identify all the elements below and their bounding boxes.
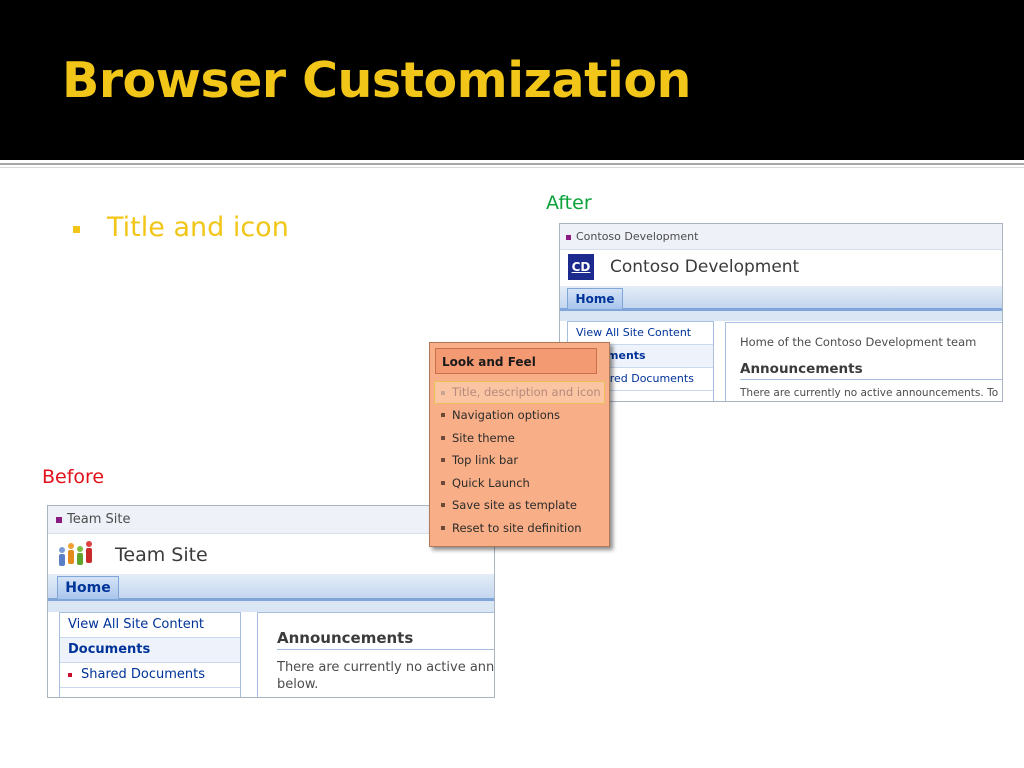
bullet-icon: [441, 413, 445, 417]
menu-item-top-link-bar[interactable]: Top link bar: [430, 449, 609, 472]
menu-item-label: Save site as template: [452, 498, 577, 513]
after-site-header: CD Contoso Development: [560, 250, 1002, 286]
after-breadcrumb-link[interactable]: Contoso Development: [576, 230, 698, 243]
before-breadcrumb: Team Site: [48, 506, 494, 534]
menu-item-label: Reset to site definition: [452, 520, 582, 535]
breadcrumb-square-icon: [56, 516, 62, 523]
announcements-title[interactable]: Announcements: [740, 361, 1002, 380]
breadcrumb-square-icon: [566, 234, 571, 240]
bullet-icon: [441, 435, 445, 440]
after-breadcrumb: Contoso Development: [560, 224, 1002, 250]
after-top-link-bar: Home: [560, 286, 1002, 311]
team-people-icon[interactable]: [56, 538, 96, 568]
before-screenshot: Team Site Team Site Home View All Site C…: [47, 505, 495, 698]
announcements-text: There are currently no active ann below.: [277, 660, 495, 692]
announcements-text: There are currently no active announceme…: [740, 387, 999, 399]
after-site-title[interactable]: Contoso Development: [610, 257, 799, 277]
menu-item-label: Quick Launch: [452, 475, 530, 490]
bullet-icon: [441, 503, 445, 508]
documents-heading-link[interactable]: Documents: [60, 638, 240, 663]
after-home-tab[interactable]: Home: [567, 288, 623, 309]
after-screenshot: Contoso Development CD Contoso Developme…: [559, 223, 1003, 402]
before-site-title[interactable]: Team Site: [115, 544, 208, 566]
menu-item-label: Navigation options: [452, 408, 561, 422]
menu-item-navigation-options[interactable]: Navigation options: [430, 404, 609, 427]
header-divider: [0, 163, 1024, 165]
slide-header: Browser Customization: [0, 0, 1024, 160]
site-logo-icon[interactable]: CD: [568, 254, 594, 280]
before-label: Before: [42, 466, 105, 488]
menu-item-label: Title, description and icon: [452, 385, 601, 399]
before-site-header: Team Site: [48, 534, 494, 574]
after-label: After: [546, 192, 592, 214]
bullet-marker: [73, 226, 80, 233]
view-all-site-content-link[interactable]: View All Site Content: [60, 613, 240, 638]
bullet-icon: [441, 458, 445, 463]
menu-item-reset-to-site-definition[interactable]: Reset to site definition: [430, 517, 609, 540]
shared-documents-link[interactable]: Shared Documents: [60, 663, 240, 688]
slide-title: Browser Customization: [62, 52, 691, 109]
before-top-link-bar: Home: [48, 574, 494, 601]
look-and-feel-menu: Look and Feel Title, description and ico…: [429, 342, 610, 547]
menu-item-site-theme[interactable]: Site theme: [430, 427, 609, 450]
bullet-icon: [68, 672, 72, 677]
bullet-icon: [441, 480, 445, 485]
header-divider-thin: [0, 167, 1024, 168]
before-main-content: Announcements There are currently no act…: [257, 612, 495, 697]
announcements-title[interactable]: Announcements: [277, 629, 494, 650]
shared-documents-label: Shared Documents: [81, 667, 206, 682]
before-nav-strip: [48, 601, 494, 612]
bullet-icon: [441, 391, 445, 395]
look-and-feel-items: Title, description and icon Navigation o…: [430, 381, 609, 540]
menu-item-save-site-as-template[interactable]: Save site as template: [430, 494, 609, 517]
before-quick-launch: View All Site Content Documents Shared D…: [59, 612, 241, 697]
menu-item-label: Site theme: [452, 430, 515, 445]
before-home-tab[interactable]: Home: [57, 576, 119, 599]
menu-item-label: Top link bar: [452, 453, 519, 468]
menu-item-quick-launch[interactable]: Quick Launch: [430, 472, 609, 495]
after-nav-strip: [560, 311, 1002, 321]
look-and-feel-header: Look and Feel: [435, 348, 597, 374]
after-main-content: Home of the Contoso Development team Ann…: [725, 322, 1002, 401]
bullet-text: Title and icon: [107, 212, 289, 243]
menu-item-title-description-icon[interactable]: Title, description and icon: [434, 381, 605, 404]
before-breadcrumb-link[interactable]: Team Site: [67, 512, 130, 527]
site-description: Home of the Contoso Development team: [740, 335, 977, 349]
bullet-icon: [441, 525, 445, 530]
